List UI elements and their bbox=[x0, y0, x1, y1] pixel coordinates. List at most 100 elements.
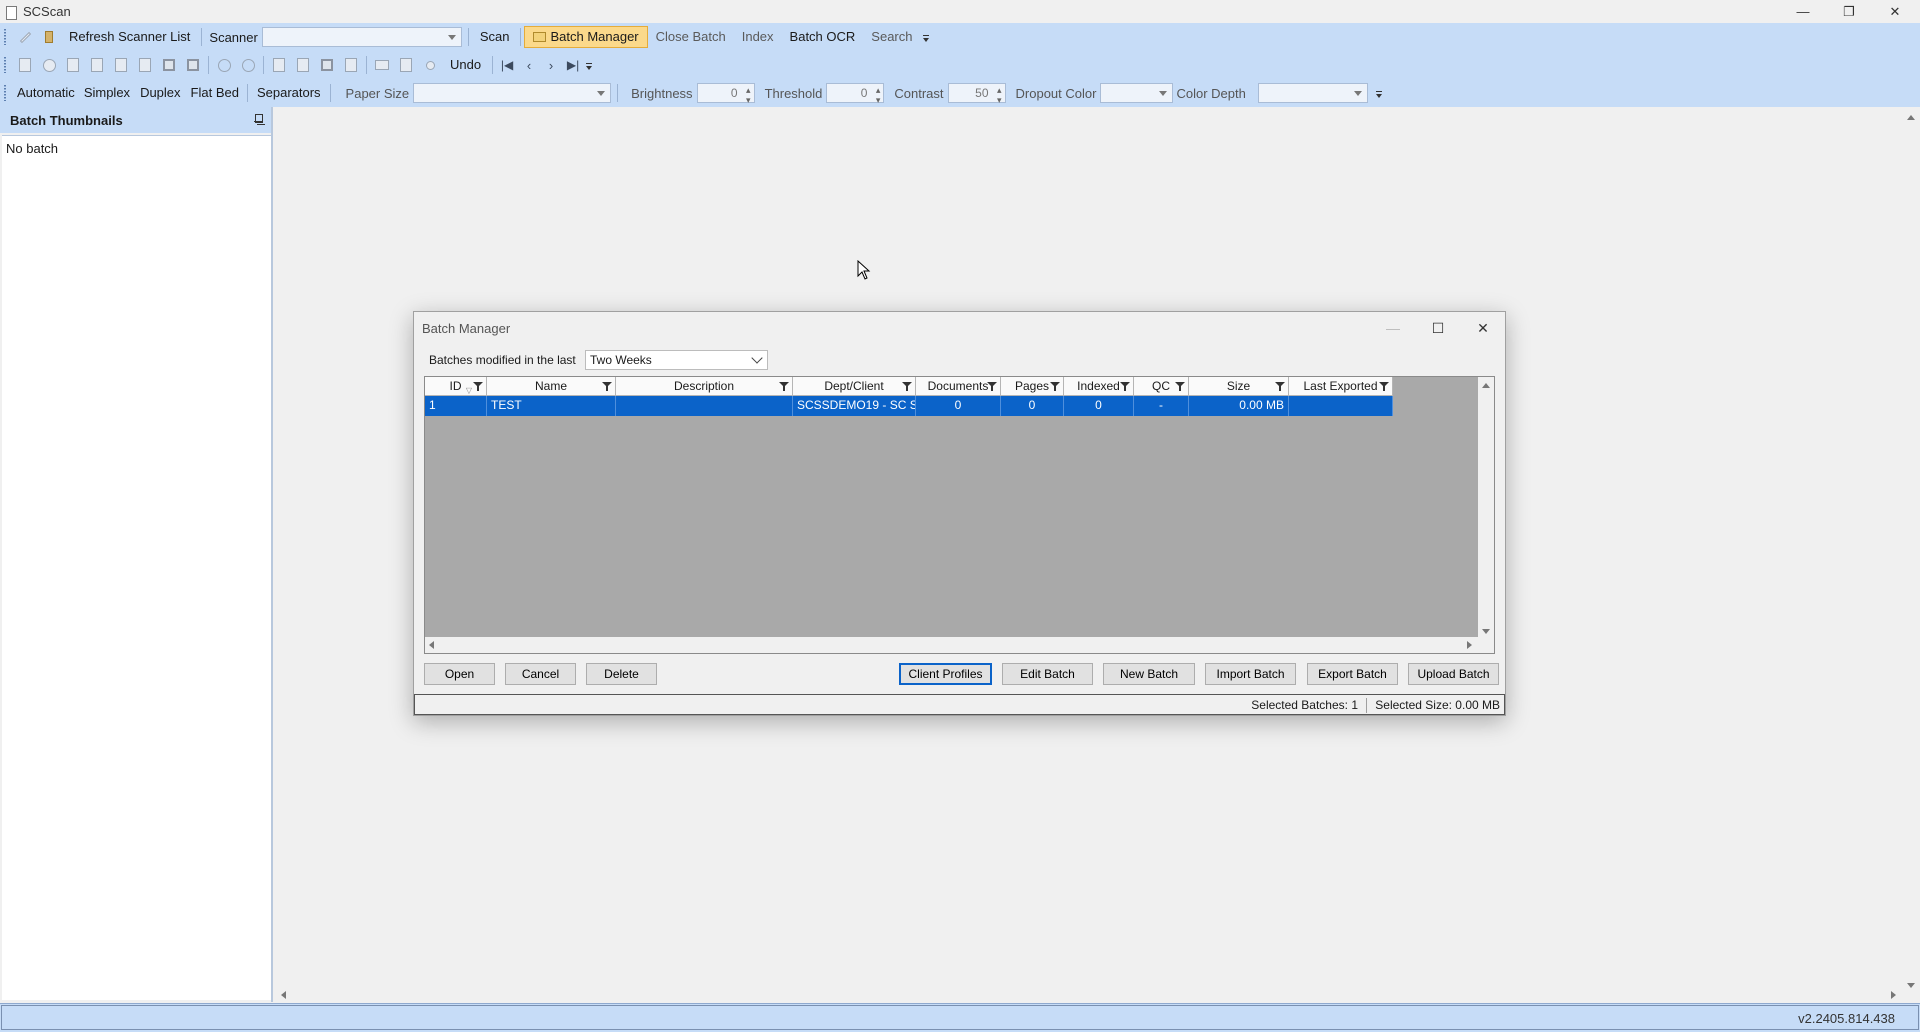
filter-icon[interactable] bbox=[779, 382, 789, 391]
page-copy-icon[interactable] bbox=[85, 54, 109, 76]
zoom-page-icon[interactable] bbox=[394, 54, 418, 76]
scroll-right-icon[interactable] bbox=[1891, 991, 1896, 999]
scroll-up-icon[interactable] bbox=[1482, 383, 1490, 388]
viewer-vertical-scrollbar[interactable] bbox=[1902, 107, 1920, 990]
pin-icon[interactable] bbox=[253, 114, 263, 126]
filter-icon[interactable] bbox=[1175, 382, 1185, 391]
toolbar-grip[interactable] bbox=[4, 57, 7, 73]
column-header-indexed[interactable]: Indexed bbox=[1064, 377, 1134, 396]
page-edit-icon[interactable] bbox=[133, 54, 157, 76]
stop-icon[interactable] bbox=[315, 54, 339, 76]
column-header-size[interactable]: Size bbox=[1189, 377, 1289, 396]
dialog-minimize-button[interactable]: — bbox=[1373, 314, 1413, 342]
restore-button[interactable]: ❐ bbox=[1826, 0, 1872, 23]
client-profiles-button[interactable]: Client Profiles bbox=[899, 663, 992, 685]
automatic-button[interactable]: Automatic bbox=[13, 82, 79, 104]
close-batch-button[interactable]: Close Batch bbox=[648, 26, 734, 48]
scroll-left-icon[interactable] bbox=[281, 991, 286, 999]
edit-batch-button[interactable]: Edit Batch bbox=[1002, 663, 1093, 685]
minimize-button[interactable]: — bbox=[1780, 0, 1826, 23]
barcode-icon[interactable] bbox=[370, 54, 394, 76]
column-header-documents[interactable]: Documents bbox=[916, 377, 1001, 396]
scroll-down-icon[interactable] bbox=[1482, 629, 1490, 634]
scroll-down-icon[interactable] bbox=[1907, 983, 1915, 988]
index-button[interactable]: Index bbox=[734, 26, 782, 48]
last-page-icon[interactable]: ▶| bbox=[562, 54, 584, 76]
rotate-right-icon[interactable] bbox=[236, 54, 260, 76]
page-icon[interactable] bbox=[61, 54, 85, 76]
modified-period-select[interactable]: Two Weeks bbox=[585, 350, 768, 370]
filter-icon[interactable] bbox=[1379, 382, 1389, 391]
filter-icon[interactable] bbox=[987, 382, 997, 391]
rotate-icon[interactable] bbox=[37, 54, 61, 76]
batch-ocr-button[interactable]: Batch OCR bbox=[782, 26, 864, 48]
close-button[interactable]: ✕ bbox=[1872, 0, 1918, 23]
duplex-button[interactable]: Duplex bbox=[135, 82, 185, 104]
dropout-color-select[interactable] bbox=[1100, 83, 1174, 103]
new-batch-button[interactable]: New Batch bbox=[1103, 663, 1195, 685]
cancel-button[interactable]: Cancel bbox=[505, 663, 576, 685]
paper-size-select[interactable] bbox=[413, 83, 612, 103]
toolbar-overflow-icon[interactable] bbox=[584, 54, 594, 76]
column-header-name[interactable]: Name bbox=[487, 377, 616, 396]
column-header-pages[interactable]: Pages bbox=[1001, 377, 1064, 396]
toolbar-overflow-icon[interactable] bbox=[921, 26, 931, 48]
contrast-spinner[interactable]: 50 bbox=[947, 81, 1006, 109]
toolbar-grip[interactable] bbox=[4, 29, 7, 45]
next-page-icon[interactable]: › bbox=[540, 54, 562, 76]
dialog-maximize-button[interactable]: ☐ bbox=[1418, 314, 1458, 342]
crop-icon[interactable] bbox=[157, 54, 181, 76]
deskew-icon[interactable] bbox=[181, 54, 205, 76]
color-depth-select[interactable] bbox=[1257, 83, 1368, 103]
key-icon[interactable] bbox=[418, 54, 442, 76]
rotate-left-icon[interactable] bbox=[212, 54, 236, 76]
flatbed-button[interactable]: Flat Bed bbox=[186, 82, 244, 104]
simplex-button[interactable]: Simplex bbox=[79, 82, 135, 104]
first-page-icon[interactable]: |◀ bbox=[496, 54, 518, 76]
viewer-horizontal-scrollbar[interactable] bbox=[275, 988, 1902, 1002]
page-scan-icon[interactable] bbox=[109, 54, 133, 76]
merge-icon[interactable] bbox=[339, 54, 363, 76]
toolbar-overflow-icon[interactable] bbox=[1374, 82, 1384, 104]
column-header-qc[interactable]: QC bbox=[1134, 377, 1189, 396]
refresh-scanner-list-button[interactable]: Refresh Scanner List bbox=[61, 26, 198, 48]
previous-page-icon[interactable]: ‹ bbox=[518, 54, 540, 76]
grid-horizontal-scrollbar[interactable] bbox=[425, 637, 1478, 653]
table-row[interactable]: 1 TEST SCSSDEMO19 - SC S 0 0 0 - 0.00 MB bbox=[425, 396, 1393, 416]
column-header-id[interactable]: ID ▽ bbox=[425, 377, 487, 396]
filter-icon[interactable] bbox=[1050, 382, 1060, 391]
undo-button[interactable]: Undo bbox=[442, 54, 489, 76]
column-header-dept-client[interactable]: Dept/Client bbox=[793, 377, 916, 396]
threshold-spinner[interactable]: 0 bbox=[826, 81, 885, 109]
scroll-up-icon[interactable] bbox=[1907, 115, 1915, 120]
column-header-description[interactable]: Description bbox=[616, 377, 793, 396]
scroll-left-icon[interactable] bbox=[429, 641, 434, 649]
split-icon[interactable] bbox=[291, 54, 315, 76]
filter-icon[interactable] bbox=[1120, 382, 1130, 391]
filter-icon[interactable] bbox=[473, 382, 483, 391]
grid-vertical-scrollbar[interactable] bbox=[1478, 377, 1494, 638]
import-batch-button[interactable]: Import Batch bbox=[1205, 663, 1296, 685]
tools-icon[interactable] bbox=[13, 26, 37, 48]
filter-icon[interactable] bbox=[602, 382, 612, 391]
scan-button[interactable]: Scan bbox=[472, 26, 518, 48]
new-page-icon[interactable] bbox=[13, 54, 37, 76]
filter-icon[interactable] bbox=[902, 382, 912, 391]
dialog-close-button[interactable]: ✕ bbox=[1463, 314, 1503, 342]
search-button[interactable]: Search bbox=[863, 26, 920, 48]
column-header-last-exported[interactable]: Last Exported bbox=[1289, 377, 1393, 396]
batch-manager-button[interactable]: Batch Manager bbox=[524, 26, 648, 48]
delete-button[interactable]: Delete bbox=[586, 663, 657, 685]
separators-button[interactable]: Separators bbox=[251, 82, 327, 104]
upload-batch-button[interactable]: Upload Batch bbox=[1408, 663, 1499, 685]
open-button[interactable]: Open bbox=[424, 663, 495, 685]
toolbar-grip[interactable] bbox=[4, 85, 7, 101]
scanner-select[interactable] bbox=[261, 27, 462, 47]
insert-page-icon[interactable] bbox=[267, 54, 291, 76]
cell-qc: - bbox=[1134, 396, 1189, 416]
brightness-spinner[interactable]: 0 bbox=[696, 81, 755, 109]
filter-icon[interactable] bbox=[1275, 382, 1285, 391]
export-batch-button[interactable]: Export Batch bbox=[1307, 663, 1398, 685]
pin-tool-icon[interactable] bbox=[37, 26, 61, 48]
scroll-right-icon[interactable] bbox=[1467, 641, 1472, 649]
